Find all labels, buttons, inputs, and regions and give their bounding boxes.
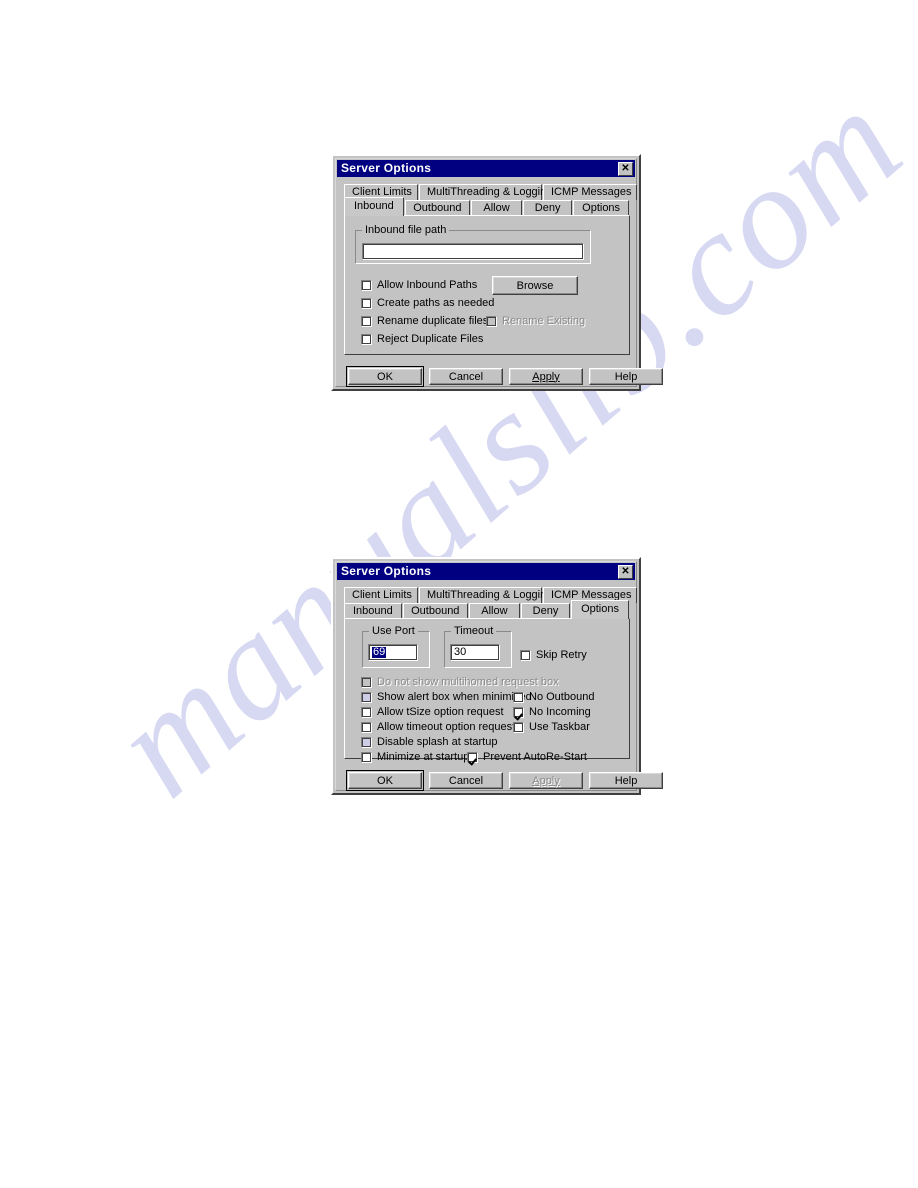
tab-options[interactable]: Options xyxy=(571,600,629,619)
checkbox-skip-retry[interactable]: Skip Retry xyxy=(520,650,587,661)
checkbox-box xyxy=(513,692,524,703)
help-button[interactable]: Help xyxy=(589,772,663,789)
checkbox-label: Prevent AutoRe-Start xyxy=(483,751,587,763)
checkbox-label: Rename duplicate files xyxy=(377,315,489,327)
server-options-dialog-inbound[interactable]: Server Options ✕ Client Limits MultiThre… xyxy=(331,154,663,391)
checkbox-box xyxy=(361,677,372,688)
checkbox-no-incoming[interactable]: No Incoming xyxy=(513,707,591,718)
checkbox-use-taskbar[interactable]: Use Taskbar xyxy=(513,722,590,733)
group-use-port: Use Port 69 xyxy=(362,626,430,668)
dialog-inner: Server Options ✕ Client Limits MultiThre… xyxy=(335,158,663,387)
checkbox-box xyxy=(361,707,372,718)
checkbox-label: Allow timeout option request xyxy=(377,721,516,733)
tabstrip: Client Limits MultiThreading & Logging I… xyxy=(344,587,637,763)
inbound-file-path-input[interactable] xyxy=(362,243,584,260)
dialog-title: Server Options xyxy=(341,564,432,578)
checkbox-label: Minimize at startup xyxy=(377,751,470,763)
server-options-dialog-options[interactable]: Server Options ✕ Client Limits MultiThre… xyxy=(331,557,663,795)
tabstrip: Client Limits MultiThreading & Logging I… xyxy=(344,184,637,355)
checkbox-label: Show alert box when minimised xyxy=(377,691,532,703)
tab-multithreading-logging[interactable]: MultiThreading & Logging xyxy=(419,184,552,200)
checkbox-box xyxy=(361,692,372,703)
checkbox-no-outbound[interactable]: No Outbound xyxy=(513,692,594,703)
checkbox-rename-existing: Rename Existing xyxy=(486,316,585,327)
close-icon[interactable]: ✕ xyxy=(618,161,633,176)
checkbox-do-not-show-multihomed-request-box: Do not show multihomed request box xyxy=(361,677,559,688)
ok-button[interactable]: OK xyxy=(346,366,424,387)
checkbox-box xyxy=(513,707,524,718)
checkbox-minimize-at-startup[interactable]: Minimize at startup xyxy=(361,752,469,763)
tab-client-limits[interactable]: Client Limits xyxy=(344,587,418,603)
apply-button-label: Apply xyxy=(532,774,560,787)
close-icon[interactable]: ✕ xyxy=(618,564,633,579)
checkbox-rename-duplicate-files[interactable]: Rename duplicate files xyxy=(361,316,488,327)
tab-deny[interactable]: Deny xyxy=(523,200,573,216)
checkbox-box xyxy=(361,334,372,345)
use-port-input[interactable]: 69 xyxy=(368,644,418,661)
checkbox-label: Disable splash at startup xyxy=(377,736,498,748)
checkbox-label: Allow tSize option request xyxy=(377,706,504,718)
tab-allow[interactable]: Allow xyxy=(468,603,520,619)
tab-inbound[interactable]: Inbound xyxy=(344,197,404,216)
checkbox-label: Allow Inbound Paths xyxy=(377,279,478,291)
checkbox-label: Skip Retry xyxy=(536,649,587,661)
checkbox-box xyxy=(467,752,478,763)
titlebar[interactable]: Server Options ✕ xyxy=(337,160,635,177)
use-port-value: 69 xyxy=(372,646,387,658)
checkbox-show-alert-box-when-minimised[interactable]: Show alert box when minimised xyxy=(361,692,532,703)
checkbox-create-paths-as-needed[interactable]: Create paths as needed xyxy=(361,298,494,309)
checkbox-box xyxy=(361,722,372,733)
group-inbound-file-path: Inbound file path xyxy=(355,225,591,264)
apply-button[interactable]: Apply xyxy=(509,368,583,385)
checkbox-box xyxy=(513,722,524,733)
tab-allow[interactable]: Allow xyxy=(471,200,523,216)
checkbox-disable-splash-at-startup[interactable]: Disable splash at startup xyxy=(361,737,497,748)
tab-panel-inbound: Inbound file path Allow Inbound Paths Cr… xyxy=(344,215,630,355)
apply-button: Apply xyxy=(509,772,583,789)
group-timeout: Timeout 30 xyxy=(444,626,512,668)
tab-row-lower: Inbound Outbound Allow Deny Options xyxy=(344,600,630,619)
checkbox-allow-timeout-option-request[interactable]: Allow timeout option request xyxy=(361,722,515,733)
tab-icmp-messages[interactable]: ICMP Messages xyxy=(543,184,637,200)
checkbox-label: Rename Existing xyxy=(502,315,586,327)
checkbox-box xyxy=(361,316,372,327)
tab-multithreading-logging[interactable]: MultiThreading & Logging xyxy=(419,587,552,603)
group-inbound-file-path-title: Inbound file path xyxy=(362,225,450,236)
checkbox-label: Reject Duplicate Files xyxy=(377,333,484,345)
checkbox-allow-inbound-paths[interactable]: Allow Inbound Paths xyxy=(361,280,477,291)
group-use-port-title: Use Port xyxy=(369,626,418,637)
checkbox-box xyxy=(486,316,497,327)
cancel-button[interactable]: Cancel xyxy=(429,772,503,789)
checkbox-label: No Outbound xyxy=(529,691,595,703)
cancel-button[interactable]: Cancel xyxy=(429,368,503,385)
checkbox-reject-duplicate-files[interactable]: Reject Duplicate Files xyxy=(361,334,483,345)
tab-row-lower: Inbound Outbound Allow Deny Options xyxy=(344,197,630,216)
checkbox-box xyxy=(361,737,372,748)
tab-deny[interactable]: Deny xyxy=(520,603,571,619)
group-timeout-title: Timeout xyxy=(451,626,497,637)
tab-outbound[interactable]: Outbound xyxy=(404,200,471,216)
checkbox-prevent-autore-start[interactable]: Prevent AutoRe-Start xyxy=(467,752,587,763)
checkbox-label: Do not show multihomed request box xyxy=(377,676,559,688)
titlebar[interactable]: Server Options ✕ xyxy=(337,563,635,580)
tab-panel-options: Use Port 69 Timeout 30 Skip Retry Do not… xyxy=(344,618,630,763)
dialog-inner: Server Options ✕ Client Limits MultiThre… xyxy=(335,561,663,791)
checkbox-label: Create paths as needed xyxy=(377,297,495,309)
dialog-title: Server Options xyxy=(341,161,432,175)
help-button[interactable]: Help xyxy=(589,368,663,385)
checkbox-box xyxy=(361,752,372,763)
ok-button[interactable]: OK xyxy=(346,770,424,791)
checkbox-box xyxy=(361,298,372,309)
checkbox-label: No Incoming xyxy=(529,706,591,718)
tab-inbound[interactable]: Inbound xyxy=(344,603,402,619)
checkbox-allow-tsize-option-request[interactable]: Allow tSize option request xyxy=(361,707,504,718)
checkbox-label: Use Taskbar xyxy=(529,721,590,733)
browse-button[interactable]: Browse xyxy=(492,276,578,295)
timeout-input[interactable]: 30 xyxy=(450,644,500,661)
checkbox-box xyxy=(520,650,531,661)
checkbox-box xyxy=(361,280,372,291)
tab-options[interactable]: Options xyxy=(573,200,629,216)
tab-outbound[interactable]: Outbound xyxy=(402,603,468,619)
apply-button-label: Apply xyxy=(532,370,560,383)
